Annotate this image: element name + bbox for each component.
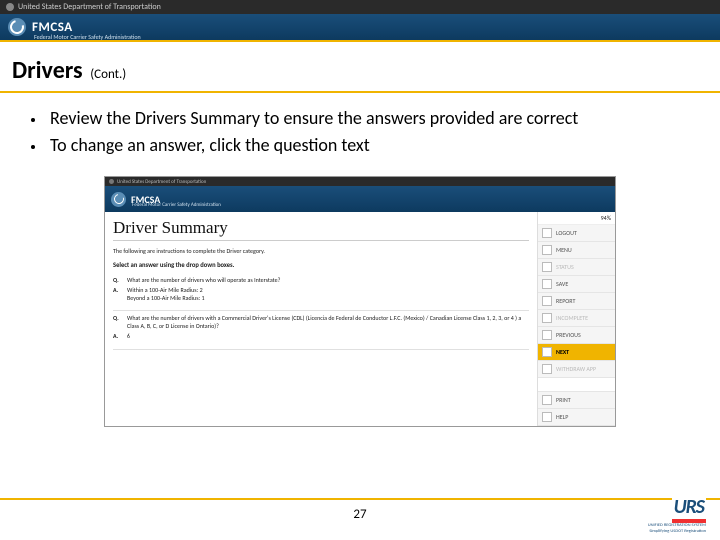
slide-title-bar: Drivers (Cont.): [0, 42, 720, 93]
answer-text: Within a 100-Air Mile Radius: 2 Beyond a…: [127, 287, 529, 303]
q-label: Q.: [113, 277, 127, 285]
bullet-item: Review the Drivers Summary to ensure the…: [46, 107, 690, 130]
progress-percent: 94%: [538, 212, 615, 225]
qa-block: Q.What are the number of drivers with a …: [113, 315, 529, 340]
withdraw-button[interactable]: WITHDRAW APP: [538, 361, 615, 378]
help-icon: [542, 412, 552, 422]
ss-brand-bar: FMCSA Federal Motor Carrier Safety Admin…: [105, 186, 615, 212]
bullet-list: Review the Drivers Summary to ensure the…: [0, 93, 720, 170]
instruction-text: The following are instructions to comple…: [113, 247, 529, 255]
menu-icon: [542, 245, 552, 255]
ss-gov-org: United States Department of Transportati…: [117, 179, 206, 185]
page-heading: Driver Summary: [113, 218, 529, 238]
ss-brand-sub: Federal Motor Carrier Safety Administrat…: [132, 202, 221, 208]
withdraw-icon: [542, 364, 552, 374]
brand-subtitle: Federal Motor Carrier Safety Administrat…: [34, 33, 141, 41]
fmcsa-logo-icon: [8, 18, 26, 36]
footer-divider: [0, 498, 720, 500]
print-icon: [542, 395, 552, 405]
bullet-item: To change an answer, click the question …: [46, 134, 690, 157]
instruction-bold: Select an answer using the drop down box…: [113, 261, 529, 269]
answer-text: 6: [127, 333, 529, 341]
report-button[interactable]: REPORT: [538, 293, 615, 310]
qa-block: Q.What are the number of drivers who wil…: [113, 277, 529, 302]
status-icon: [542, 262, 552, 272]
slide-title-cont: (Cont.): [90, 67, 126, 82]
incomplete-icon: [542, 313, 552, 323]
help-button[interactable]: HELP: [538, 409, 615, 426]
ss-sidebar: 94% LOGOUT MENU STATUS SAVE REPORT INCOM…: [537, 212, 615, 426]
gov-topbar: United States Department of Transportati…: [0, 0, 720, 14]
menu-button[interactable]: MENU: [538, 242, 615, 259]
ss-main-panel: Driver Summary The following are instruc…: [105, 212, 537, 426]
urs-logo: URS UNIFIED REGISTRATION SYSTEM Simplify…: [648, 495, 706, 534]
question-link[interactable]: What are the number of drivers who will …: [127, 277, 529, 285]
logout-button[interactable]: LOGOUT: [538, 225, 615, 242]
question-link[interactable]: What are the number of drivers with a Co…: [127, 315, 529, 331]
slide-title: Drivers: [12, 56, 83, 85]
sidebar-gap: [538, 378, 615, 392]
gov-org: United States Department of Transportati…: [18, 2, 161, 12]
next-button[interactable]: NEXT: [538, 344, 615, 361]
urs-wordmark: URS: [672, 495, 706, 523]
report-icon: [542, 296, 552, 306]
embedded-screenshot: United States Department of Transportati…: [104, 176, 616, 427]
print-button[interactable]: PRINT: [538, 392, 615, 409]
divider: [113, 240, 529, 241]
ss-gov-topbar: United States Department of Transportati…: [105, 177, 615, 186]
save-icon: [542, 279, 552, 289]
status-button[interactable]: STATUS: [538, 259, 615, 276]
page-number: 27: [0, 507, 720, 522]
divider: [113, 310, 529, 311]
fmcsa-logo-icon: [111, 192, 126, 207]
logout-icon: [542, 228, 552, 238]
urs-sub1: UNIFIED REGISTRATION SYSTEM: [648, 524, 706, 529]
dot-seal-icon: [6, 3, 14, 11]
previous-icon: [542, 330, 552, 340]
save-button[interactable]: SAVE: [538, 276, 615, 293]
dot-seal-icon: [109, 179, 114, 184]
q-label: Q.: [113, 315, 127, 331]
previous-button[interactable]: PREVIOUS: [538, 327, 615, 344]
a-label: A.: [113, 333, 127, 341]
incomplete-button[interactable]: INCOMPLETE: [538, 310, 615, 327]
urs-sub2: Simplifying USDOT Registration: [648, 530, 706, 535]
next-icon: [542, 347, 552, 357]
a-label: A.: [113, 287, 127, 303]
divider: [113, 349, 529, 350]
